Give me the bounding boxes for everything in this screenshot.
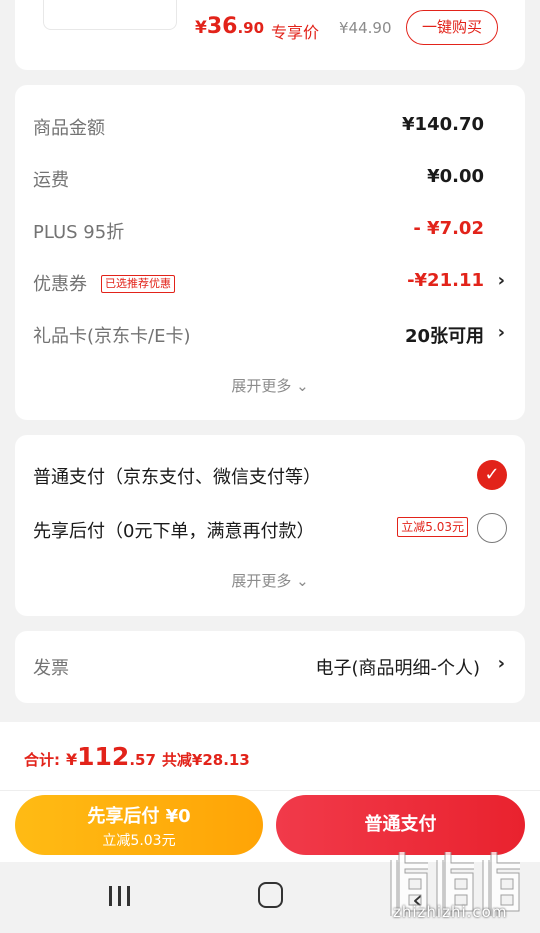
total-decimal: .57 <box>129 751 156 769</box>
payment-option-normal[interactable]: 普通支付（京东支付、微信支付等） <box>33 463 321 489</box>
row-value: -¥21.11 <box>407 270 484 291</box>
price-integer: 36 <box>206 14 238 39</box>
row-value: ¥0.00 <box>427 166 484 187</box>
chevron-right-icon: › <box>497 653 505 674</box>
original-price: ¥44.90 <box>339 19 392 37</box>
summary-row-goods-amount: 商品金额 ¥140.70 <box>15 110 525 140</box>
total-savings: 共减¥28.13 <box>161 751 250 769</box>
summary-row-shipping: 运费 ¥0.00 <box>15 162 525 192</box>
row-label: 商品金额 <box>33 118 105 139</box>
home-icon[interactable] <box>258 882 283 908</box>
unselected-radio-icon[interactable] <box>477 513 507 543</box>
product-thumbnail[interactable] <box>43 0 177 30</box>
row-label: 运费 <box>33 170 69 191</box>
invoice-label: 发票 <box>33 658 69 679</box>
exclusive-price-label: 专享价 <box>271 23 320 42</box>
price-decimal: .90 <box>237 19 265 37</box>
summary-row-plus-discount: PLUS 95折 - ¥7.02 <box>15 214 525 244</box>
row-value: 20张可用 <box>404 326 484 347</box>
chevron-right-icon: › <box>497 322 505 343</box>
pay-later-discount-tag: 立减5.03元 <box>397 517 468 537</box>
pay-later-button-subtitle: 立减5.03元 <box>102 833 176 849</box>
invoice-card[interactable]: 发票 电子(商品明细-个人) › <box>15 631 525 703</box>
product-price: ¥36.90 <box>195 14 264 39</box>
divider <box>0 790 540 791</box>
pay-later-button-title: 先享后付 ¥0 <box>87 806 191 827</box>
row-label: 礼品卡(京东卡/E卡) <box>33 326 191 347</box>
checkout-bar: 合计: ¥112.57 共减¥28.13 先享后付 ¥0 立减5.03元 普通支付 <box>0 722 540 862</box>
one-click-buy-button[interactable]: 一键购买 <box>406 10 498 45</box>
product-card: ¥36.90 专享价 ¥44.90 一键购买 <box>15 0 525 70</box>
payment-method-card: 普通支付（京东支付、微信支付等） ✓ 先享后付（0元下单，满意再付款） 立减5.… <box>15 435 525 616</box>
row-label: 优惠券 <box>33 274 87 295</box>
order-summary-card: 商品金额 ¥140.70 运费 ¥0.00 PLUS 95折 - ¥7.02 优… <box>15 85 525 420</box>
total-integer: 112 <box>77 742 130 771</box>
selected-check-icon[interactable]: ✓ <box>477 460 507 490</box>
expand-more-link[interactable]: 展开更多 ⌄ <box>15 570 525 591</box>
row-value: ¥140.70 <box>402 114 484 135</box>
chevron-right-icon: › <box>497 270 505 291</box>
watermark-text: zhizhizhi.com <box>393 903 508 921</box>
invoice-value: 电子(商品明细-个人) <box>315 658 480 679</box>
row-label: PLUS 95折 <box>33 222 125 243</box>
payment-option-pay-later[interactable]: 先享后付（0元下单，满意再付款） <box>33 517 314 543</box>
summary-row-coupon[interactable]: 优惠券 已选推荐优惠 -¥21.11 › <box>15 266 525 296</box>
summary-row-gift-card[interactable]: 礼品卡(京东卡/E卡) 20张可用 › <box>15 318 525 348</box>
total-label: 合计: <box>24 751 60 769</box>
price-currency: ¥ <box>195 18 207 38</box>
recent-apps-icon[interactable] <box>108 884 132 908</box>
expand-more-link[interactable]: 展开更多 ⌄ <box>15 375 525 396</box>
row-value: - ¥7.02 <box>413 218 484 239</box>
pay-later-button[interactable]: 先享后付 ¥0 立减5.03元 <box>15 795 263 855</box>
recommended-coupon-tag: 已选推荐优惠 <box>101 275 175 293</box>
order-total: 合计: ¥112.57 共减¥28.13 <box>24 742 250 771</box>
total-currency: ¥ <box>66 750 78 769</box>
